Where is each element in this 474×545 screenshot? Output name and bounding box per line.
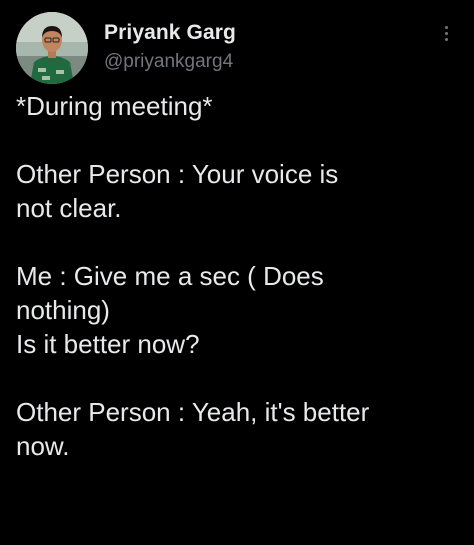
author-info: Priyank Garg @priyankgarg4 bbox=[104, 20, 236, 74]
avatar[interactable] bbox=[16, 12, 88, 84]
user-photo-avatar-icon bbox=[16, 12, 88, 84]
author-handle[interactable]: @priyankgarg4 bbox=[104, 50, 236, 74]
more-options-button[interactable] bbox=[440, 26, 452, 46]
vertical-dots-icon bbox=[444, 26, 448, 29]
tweet-text: *During meeting* Other Person : Your voi… bbox=[16, 91, 370, 461]
tweet-card: Priyank Garg @priyankgarg4 *During meeti… bbox=[0, 0, 474, 545]
author-display-name[interactable]: Priyank Garg bbox=[104, 20, 236, 46]
